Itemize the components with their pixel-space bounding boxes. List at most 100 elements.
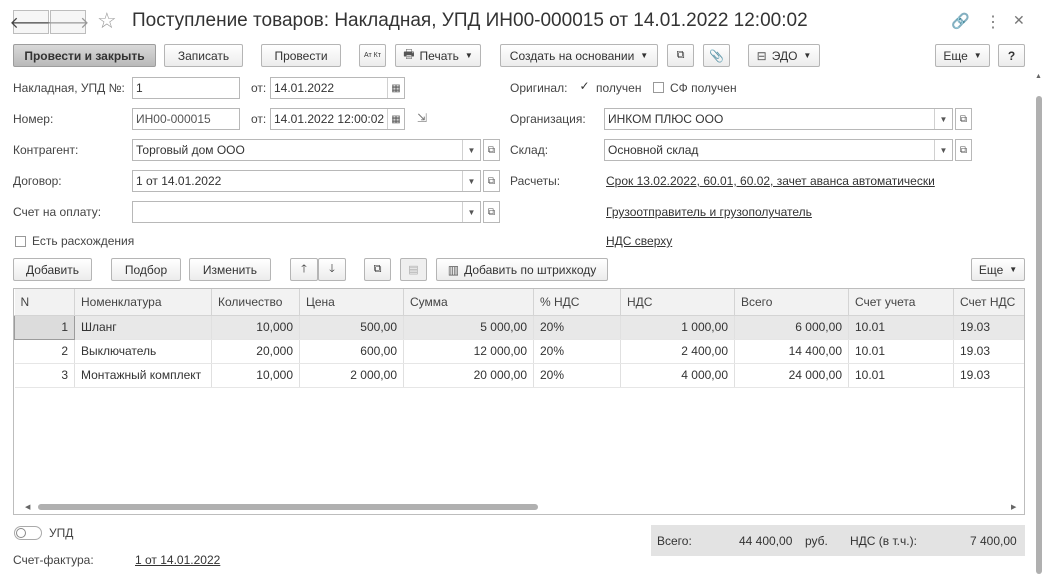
chevron-down-icon[interactable]: ▼ bbox=[462, 171, 480, 191]
cell[interactable]: 24 000,00 bbox=[734, 363, 849, 388]
invoice-date-field[interactable]: 14.01.2022 ▦ bbox=[270, 77, 405, 99]
cell[interactable]: 1 bbox=[14, 314, 75, 340]
cell[interactable]: 500,00 bbox=[299, 315, 404, 340]
cell[interactable]: 12 000,00 bbox=[403, 339, 534, 364]
history-icon[interactable]: ⇲ bbox=[417, 111, 427, 125]
scroll-thumb[interactable] bbox=[38, 504, 538, 510]
column-header[interactable]: НДС bbox=[620, 289, 735, 316]
cell[interactable]: 20% bbox=[533, 339, 621, 364]
open-invoice-pay-icon[interactable]: ⧉ bbox=[483, 201, 500, 223]
pick-button[interactable]: Подбор bbox=[111, 258, 181, 281]
cell[interactable]: 19.03 bbox=[953, 315, 1024, 340]
open-contractor-icon[interactable]: ⧉ bbox=[483, 139, 500, 161]
forward-button[interactable]: 🡒 bbox=[47, 10, 89, 34]
cell[interactable]: 20% bbox=[533, 315, 621, 340]
calendar-icon[interactable]: ▦ bbox=[387, 109, 404, 129]
scroll-right-icon[interactable]: ▶ bbox=[1011, 503, 1016, 511]
save-button[interactable]: Записать bbox=[164, 44, 243, 67]
back-button[interactable]: 🡐 bbox=[10, 10, 52, 34]
number-date-field[interactable]: 14.01.2022 12:00:02 ▦ bbox=[270, 108, 405, 130]
sf-received-checkbox[interactable] bbox=[653, 82, 664, 93]
cell[interactable]: 14 400,00 bbox=[734, 339, 849, 364]
cell[interactable]: 10.01 bbox=[848, 339, 954, 364]
more-vertical-icon[interactable]: ⋮ bbox=[985, 12, 1001, 32]
favorite-star-icon[interactable]: ☆ bbox=[97, 8, 117, 34]
move-up-button[interactable]: 🡑 bbox=[290, 258, 318, 281]
invoice-number-field[interactable]: 1 bbox=[132, 77, 240, 99]
warehouse-field[interactable]: Основной склад ▼ bbox=[604, 139, 953, 161]
print-button[interactable]: 🖶 Печать ▼ bbox=[395, 44, 481, 67]
column-header[interactable]: Сумма bbox=[403, 289, 534, 316]
structure-button[interactable]: ⧉ bbox=[667, 44, 694, 67]
post-button[interactable]: Провести bbox=[261, 44, 341, 67]
add-by-barcode-button[interactable]: ▥ Добавить по штрихкоду bbox=[436, 258, 608, 281]
calendar-icon[interactable]: ▦ bbox=[387, 78, 404, 98]
upd-toggle[interactable] bbox=[14, 526, 42, 540]
cell[interactable]: 5 000,00 bbox=[403, 315, 534, 340]
invoice-factura-link[interactable]: 1 от 14.01.2022 bbox=[135, 553, 220, 567]
cell[interactable]: 20,000 bbox=[211, 339, 300, 364]
table-row[interactable]: 1 Шланг 10,000 500,00 5 000,00 20% 1 000… bbox=[14, 314, 1024, 340]
table-more-button[interactable]: Еще ▼ bbox=[971, 258, 1025, 281]
chevron-down-icon[interactable]: ▼ bbox=[934, 109, 952, 129]
cell[interactable]: Шланг bbox=[74, 315, 212, 340]
add-row-button[interactable]: Добавить bbox=[13, 258, 92, 281]
cell[interactable]: 3 bbox=[14, 363, 75, 388]
cell[interactable]: Монтажный комплект bbox=[74, 363, 212, 388]
link-icon[interactable]: 🔗 bbox=[951, 12, 970, 30]
dt-kt-button[interactable]: Ат Кт bbox=[359, 44, 386, 67]
horizontal-scrollbar[interactable] bbox=[20, 503, 1005, 511]
column-header[interactable]: Цена bbox=[299, 289, 404, 316]
open-warehouse-icon[interactable]: ⧉ bbox=[955, 139, 972, 161]
more-button[interactable]: Еще ▼ bbox=[935, 44, 990, 67]
column-header[interactable]: Номенклатура bbox=[74, 289, 212, 316]
received-checkbox[interactable]: ✓ bbox=[579, 80, 590, 93]
contractor-field[interactable]: Торговый дом ООО ▼ bbox=[132, 139, 481, 161]
cell[interactable]: 19.03 bbox=[953, 363, 1024, 388]
close-icon[interactable]: ✕ bbox=[1013, 12, 1025, 29]
cell[interactable]: 10.01 bbox=[848, 315, 954, 340]
open-organization-icon[interactable]: ⧉ bbox=[955, 108, 972, 130]
column-header[interactable]: N bbox=[14, 289, 75, 316]
cell[interactable]: 2 bbox=[14, 339, 75, 364]
cell[interactable]: 10,000 bbox=[211, 315, 300, 340]
cell[interactable]: 10.01 bbox=[848, 363, 954, 388]
cell[interactable]: 6 000,00 bbox=[734, 315, 849, 340]
post-and-close-button[interactable]: Провести и закрыть bbox=[13, 44, 156, 67]
invoice-pay-field[interactable]: ▼ bbox=[132, 201, 481, 223]
cell[interactable]: Выключатель bbox=[74, 339, 212, 364]
cell[interactable]: 2 000,00 bbox=[299, 363, 404, 388]
column-header[interactable]: Количество bbox=[211, 289, 300, 316]
scroll-up-icon[interactable]: ▲ bbox=[1035, 73, 1042, 80]
attach-button[interactable]: 📎 bbox=[703, 44, 730, 67]
create-based-on-button[interactable]: Создать на основании ▼ bbox=[500, 44, 658, 67]
cell[interactable]: 20% bbox=[533, 363, 621, 388]
organization-field[interactable]: ИНКОМ ПЛЮС ООО ▼ bbox=[604, 108, 953, 130]
cell[interactable]: 4 000,00 bbox=[620, 363, 735, 388]
table-row[interactable]: 2 Выключатель 20,000 600,00 12 000,00 20… bbox=[14, 339, 1024, 364]
settlements-link[interactable]: Срок 13.02.2022, 60.01, 60.02, зачет ава… bbox=[606, 174, 935, 188]
column-header[interactable]: Счет учета bbox=[848, 289, 954, 316]
cell[interactable]: 2 400,00 bbox=[620, 339, 735, 364]
paste-button[interactable]: ▤ bbox=[400, 258, 427, 281]
vat-on-top-link[interactable]: НДС сверху bbox=[606, 234, 672, 248]
cell[interactable]: 19.03 bbox=[953, 339, 1024, 364]
table-row[interactable]: 3 Монтажный комплект 10,000 2 000,00 20 … bbox=[14, 363, 1024, 388]
open-contract-icon[interactable]: ⧉ bbox=[483, 170, 500, 192]
edo-button[interactable]: ⊟ ЭДО ▼ bbox=[748, 44, 820, 67]
number-field[interactable]: ИН00-000015 bbox=[132, 108, 240, 130]
chevron-down-icon[interactable]: ▼ bbox=[462, 140, 480, 160]
scroll-thumb[interactable] bbox=[1036, 96, 1042, 574]
vertical-scrollbar[interactable] bbox=[1035, 84, 1042, 574]
column-header[interactable]: Всего bbox=[734, 289, 849, 316]
change-button[interactable]: Изменить bbox=[189, 258, 271, 281]
cell[interactable]: 20 000,00 bbox=[403, 363, 534, 388]
cell[interactable]: 600,00 bbox=[299, 339, 404, 364]
cell[interactable]: 10,000 bbox=[211, 363, 300, 388]
help-button[interactable]: ? bbox=[998, 44, 1025, 67]
chevron-down-icon[interactable]: ▼ bbox=[462, 202, 480, 222]
column-header[interactable]: % НДС bbox=[533, 289, 621, 316]
cell[interactable]: 1 000,00 bbox=[620, 315, 735, 340]
shipper-consignee-link[interactable]: Грузоотправитель и грузополучатель bbox=[606, 205, 812, 219]
contract-field[interactable]: 1 от 14.01.2022 ▼ bbox=[132, 170, 481, 192]
